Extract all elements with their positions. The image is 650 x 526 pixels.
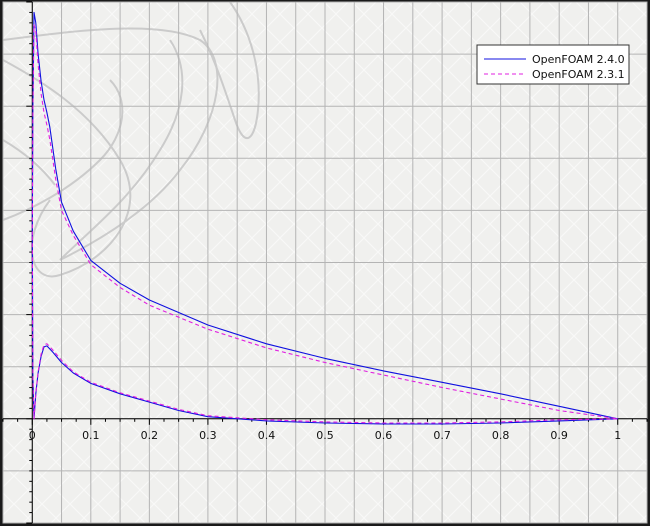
x-tick-label-6: 0.6 [375, 429, 393, 442]
x-tick-label-3: 0.3 [199, 429, 217, 442]
x-tick-label-2: 0.2 [141, 429, 159, 442]
legend-label-series-0: OpenFOAM 2.4.0 [532, 53, 625, 66]
x-tick-label-10: 1 [614, 429, 621, 442]
x-tick-label-5: 0.5 [316, 429, 334, 442]
x-tick-label-0: 0 [29, 429, 36, 442]
chart: 00.10.20.30.40.50.60.70.80.91 −2000−1500… [0, 1, 648, 526]
legend-label-series-1: OpenFOAM 2.3.1 [532, 68, 625, 81]
x-tick-label-1: 0.1 [82, 429, 100, 442]
x-tick-label-4: 0.4 [258, 429, 276, 442]
x-tick-label-8: 0.8 [492, 429, 510, 442]
x-tick-label-7: 0.7 [433, 429, 451, 442]
x-tick-label-9: 0.9 [550, 429, 568, 442]
legend: OpenFOAM 2.4.0 OpenFOAM 2.3.1 [476, 44, 630, 85]
